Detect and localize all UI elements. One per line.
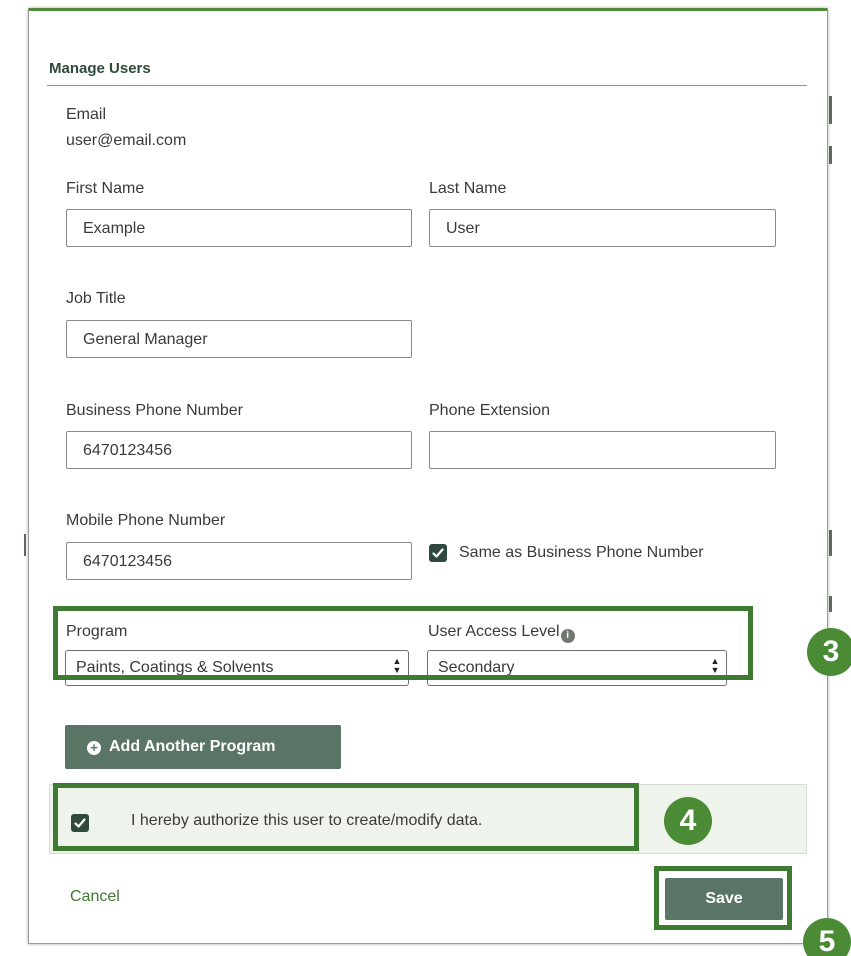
cancel-link[interactable]: Cancel: [70, 888, 120, 906]
first-name-input[interactable]: Example: [66, 209, 412, 247]
background-divider: [829, 596, 832, 612]
title-divider: [47, 85, 807, 86]
step-badge-3: 3: [807, 628, 851, 676]
modal-top-border: [29, 8, 827, 11]
modal-title: Manage Users: [49, 60, 151, 77]
mobile-phone-input[interactable]: 6470123456: [66, 542, 412, 580]
last-name-label: Last Name: [429, 180, 507, 197]
same-as-business-label: Same as Business Phone Number: [459, 544, 704, 561]
first-name-label: First Name: [66, 180, 145, 197]
check-icon: [432, 548, 444, 558]
highlight-save: [654, 866, 792, 930]
business-phone-label: Business Phone Number: [66, 402, 243, 419]
step-badge-4: 4: [664, 797, 712, 845]
page: Manage Users Email user@email.com First …: [0, 0, 851, 956]
job-title-label: Job Title: [66, 290, 126, 307]
add-another-program-button[interactable]: + Add Another Program: [65, 725, 341, 769]
plus-circle-icon: +: [87, 741, 101, 755]
phone-extension-input[interactable]: [429, 431, 776, 469]
same-as-business-checkbox[interactable]: [429, 544, 447, 562]
last-name-input[interactable]: User: [429, 209, 776, 247]
background-divider: [829, 530, 832, 556]
mobile-phone-label: Mobile Phone Number: [66, 512, 226, 529]
highlight-program-section: [53, 606, 753, 680]
email-label: Email: [66, 106, 107, 123]
phone-extension-label: Phone Extension: [429, 402, 550, 419]
add-another-program-label: Add Another Program: [109, 738, 276, 755]
job-title-input[interactable]: General Manager: [66, 320, 412, 358]
background-divider: [24, 534, 26, 556]
background-divider: [829, 96, 832, 124]
email-value: user@email.com: [66, 132, 187, 149]
background-page: [828, 0, 851, 956]
background-divider: [829, 146, 832, 164]
highlight-authorize: [53, 783, 639, 851]
business-phone-input[interactable]: 6470123456: [66, 431, 412, 469]
